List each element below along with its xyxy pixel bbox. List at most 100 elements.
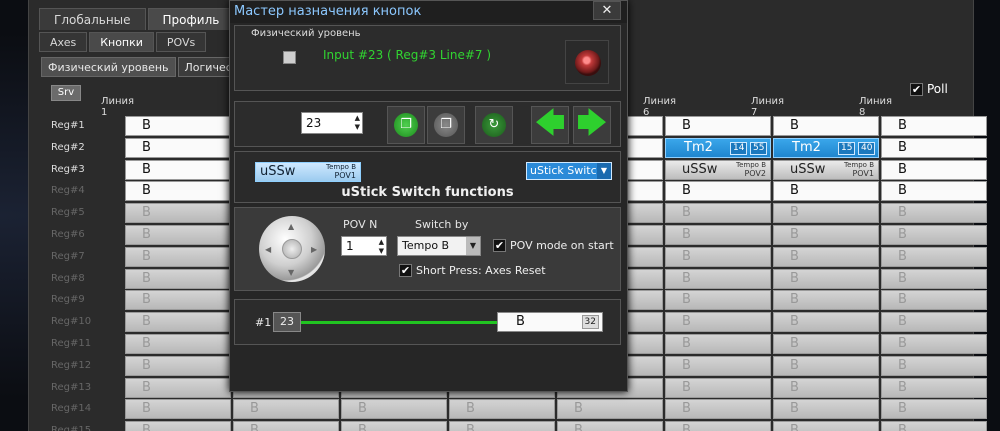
- row-label: Reg#4: [51, 185, 85, 197]
- grid-cell[interactable]: B: [665, 399, 771, 420]
- grid-cell[interactable]: B: [125, 421, 231, 431]
- grid-cell[interactable]: B: [773, 225, 879, 245]
- tab-profile[interactable]: Профиль: [147, 8, 235, 30]
- close-button[interactable]: ✕: [593, 1, 621, 20]
- grid-cell[interactable]: B: [665, 116, 771, 136]
- grid-cell[interactable]: B: [881, 312, 987, 333]
- paste-button[interactable]: ❐: [427, 106, 465, 144]
- grid-cell[interactable]: B: [125, 137, 231, 158]
- grid-cell[interactable]: B: [773, 334, 879, 354]
- grid-cell[interactable]: B: [773, 399, 879, 420]
- tab-buttons[interactable]: Кнопки: [89, 32, 154, 52]
- srv-button[interactable]: Srv: [51, 85, 81, 101]
- grid-cell[interactable]: B: [341, 421, 447, 431]
- grid-cell[interactable]: B: [125, 355, 231, 376]
- grid-cell[interactable]: B: [665, 334, 771, 354]
- grid-cell[interactable]: B: [665, 355, 771, 376]
- pov-mode-checkbox[interactable]: ✔ POV mode on start: [493, 239, 614, 252]
- grid-cell[interactable]: B: [125, 268, 231, 289]
- grid-cell[interactable]: B: [233, 421, 339, 431]
- grid-cell[interactable]: B: [881, 159, 987, 180]
- poll-checkbox[interactable]: ✔ Poll: [910, 82, 948, 96]
- grid-cell[interactable]: B: [233, 399, 339, 420]
- grid-cell[interactable]: B: [125, 203, 231, 224]
- uss-function-button[interactable]: uSSw Tempo B POV1: [255, 162, 361, 182]
- grid-cell[interactable]: B: [773, 421, 879, 431]
- grid-cell[interactable]: B: [773, 181, 879, 202]
- function-type-combo[interactable]: uStick Switch ▼: [526, 162, 612, 180]
- grid-cell[interactable]: B: [665, 421, 771, 431]
- cell-label: B: [142, 183, 151, 199]
- grid-cell[interactable]: B: [665, 290, 771, 311]
- short-press-checkbox[interactable]: ✔ Short Press: Axes Reset: [399, 264, 546, 277]
- column-header: Линия 7: [751, 96, 785, 118]
- grid-cell[interactable]: B: [665, 312, 771, 333]
- grid-cell[interactable]: B: [125, 246, 231, 267]
- grid-cell[interactable]: B: [881, 225, 987, 245]
- grid-cell[interactable]: B: [881, 203, 987, 224]
- bind-target-field[interactable]: B 32: [497, 312, 603, 332]
- grid-cell[interactable]: B: [557, 399, 663, 420]
- grid-cell[interactable]: uSSw Tempo B POV2: [665, 159, 771, 180]
- grid-cell[interactable]: B: [881, 334, 987, 354]
- grid-cell[interactable]: B: [125, 159, 231, 180]
- prev-button[interactable]: 🡄: [531, 106, 569, 144]
- grid-cell[interactable]: B: [773, 246, 879, 267]
- refresh-button[interactable]: ↻: [475, 106, 513, 144]
- grid-cell[interactable]: B: [557, 421, 663, 431]
- tab-physical-level[interactable]: Физический уровень: [41, 57, 176, 77]
- grid-cell[interactable]: B: [125, 334, 231, 354]
- grid-cell[interactable]: B: [773, 290, 879, 311]
- grid-cell[interactable]: B: [773, 377, 879, 398]
- grid-cell[interactable]: B: [665, 268, 771, 289]
- grid-cell[interactable]: B: [665, 203, 771, 224]
- grid-cell[interactable]: B: [881, 355, 987, 376]
- grid-cell[interactable]: B: [773, 355, 879, 376]
- grid-cell[interactable]: B: [665, 181, 771, 202]
- grid-cell[interactable]: B: [773, 116, 879, 136]
- grid-cell[interactable]: B: [341, 399, 447, 420]
- grid-cell[interactable]: B: [881, 181, 987, 202]
- grid-cell[interactable]: B: [881, 399, 987, 420]
- input-number-spinbox[interactable]: 23 ▲ ▼: [301, 112, 363, 134]
- grid-cell[interactable]: B: [125, 116, 231, 136]
- grid-cell[interactable]: Tm2 14 55: [665, 137, 771, 158]
- pov-n-spinbox[interactable]: 1 ▲ ▼: [341, 236, 387, 256]
- grid-cell[interactable]: B: [665, 225, 771, 245]
- grid-cell[interactable]: B: [125, 377, 231, 398]
- function-title: uStick Switch functions: [341, 185, 514, 200]
- grid-cell[interactable]: B: [125, 399, 231, 420]
- cell-label: Tm2: [684, 139, 713, 155]
- grid-cell[interactable]: B: [665, 377, 771, 398]
- tab-povs[interactable]: POVs: [155, 32, 207, 52]
- grid-cell[interactable]: B: [125, 312, 231, 333]
- grid-cell[interactable]: B: [881, 246, 987, 267]
- grid-cell[interactable]: uSSw Tempo B POV1: [773, 159, 879, 180]
- grid-cell[interactable]: B: [125, 225, 231, 245]
- row-label: Reg#10: [51, 316, 92, 328]
- grid-cell[interactable]: B: [881, 377, 987, 398]
- tab-axes[interactable]: Axes: [39, 32, 88, 52]
- uss-tempo: Tempo B: [326, 163, 356, 171]
- bind-source: 23: [273, 312, 301, 332]
- grid-cell[interactable]: B: [773, 203, 879, 224]
- next-button[interactable]: 🡆: [573, 106, 611, 144]
- grid-cell[interactable]: B: [881, 290, 987, 311]
- pov-n-label: POV N: [343, 218, 378, 231]
- grid-cell[interactable]: B: [773, 268, 879, 289]
- grid-cell[interactable]: B: [881, 137, 987, 158]
- grid-cell[interactable]: Tm2 15 40: [773, 137, 879, 158]
- grid-cell[interactable]: B: [449, 421, 555, 431]
- physical-checkbox[interactable]: [283, 51, 296, 64]
- grid-cell[interactable]: B: [449, 399, 555, 420]
- switch-by-combo[interactable]: Tempo B ▼: [397, 236, 481, 256]
- grid-cell[interactable]: B: [125, 181, 231, 202]
- grid-cell[interactable]: B: [773, 312, 879, 333]
- tab-global[interactable]: Глобальные: [39, 8, 146, 30]
- grid-cell[interactable]: B: [665, 246, 771, 267]
- copy-button[interactable]: ❐: [387, 106, 425, 144]
- grid-cell[interactable]: B: [881, 421, 987, 431]
- grid-cell[interactable]: B: [881, 116, 987, 136]
- grid-cell[interactable]: B: [881, 268, 987, 289]
- grid-cell[interactable]: B: [125, 290, 231, 311]
